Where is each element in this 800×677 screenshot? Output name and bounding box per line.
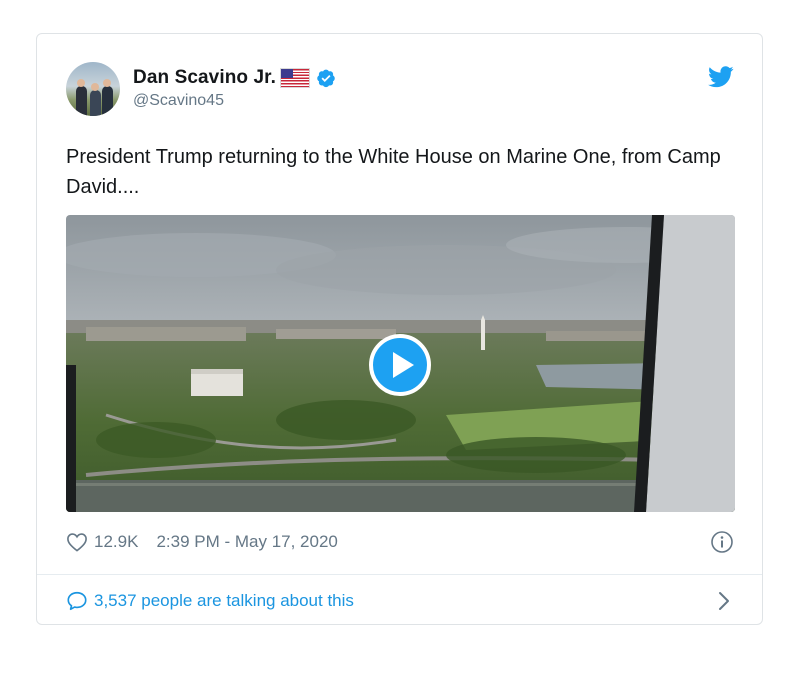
us-flag-icon [280,68,311,88]
twitter-bird-icon[interactable] [708,66,734,88]
author-handle[interactable]: @Scavino45 [133,92,336,110]
video-thumbnail[interactable] [66,215,735,512]
author-block: Dan Scavino Jr. @Scavino45 [133,66,336,110]
tweet-timestamp[interactable]: 2:39 PM - May 17, 2020 [156,532,337,552]
tweet-header: Dan Scavino Jr. @Scavino45 [66,62,734,118]
author-name[interactable]: Dan Scavino Jr. [133,67,276,89]
speech-bubble-icon [67,591,87,611]
verified-badge-icon [317,69,335,88]
chevron-right-icon[interactable] [718,591,730,611]
info-icon[interactable] [710,530,734,554]
conversation-link[interactable]: 3,537 people are talking about this [66,587,734,615]
avatar-figure [76,86,87,116]
avatar-figure [90,90,101,116]
tweet-meta-row: 12.9K 2:39 PM - May 17, 2020 [66,529,734,555]
conversation-label: 3,537 people are talking about this [94,591,354,610]
tweet-text: President Trump returning to the White H… [66,146,721,198]
divider [37,574,762,575]
play-icon[interactable] [369,334,431,396]
heart-icon[interactable] [66,532,88,552]
author-name-row: Dan Scavino Jr. [133,66,336,90]
avatar-figure-head [103,79,111,87]
avatar[interactable] [66,62,120,116]
avatar-figure [102,86,113,116]
avatar-figure-head [77,79,85,87]
tweet-card: Dan Scavino Jr. @Scavino45 President Tru… [36,33,763,625]
avatar-figure-head [91,83,99,91]
like-count[interactable]: 12.9K [94,532,138,552]
